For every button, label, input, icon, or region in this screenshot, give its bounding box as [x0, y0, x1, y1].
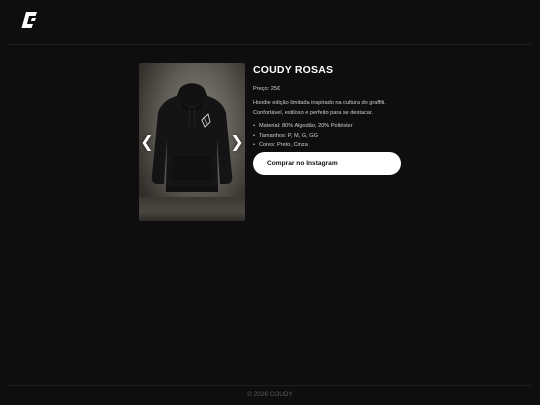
product-price: Preço: 25€ [253, 86, 281, 92]
buy-on-instagram-button[interactable]: Comprar no Instagram [253, 152, 401, 175]
spec-sizes: Tamanhos: P, M, G, GG [253, 132, 413, 142]
product-title: COUDY ROSAS [253, 64, 334, 76]
gallery-next-arrow-icon[interactable]: ❯ [230, 132, 244, 154]
header-divider [8, 44, 532, 45]
product-description: Hoodie edição limitada inspirado na cult… [253, 100, 386, 116]
header [0, 0, 540, 45]
footer-copyright: © 2026 COUDY [247, 391, 293, 398]
gallery-prev-arrow-icon[interactable]: ❮ [140, 132, 154, 154]
product-details: COUDY ROSAS Preço: 25€ Hoodie edição lim… [253, 64, 413, 151]
spec-material: Material: 80% Algodão, 20% Poliéster [253, 122, 413, 132]
page: ❮ ❯ COUDY ROSAS Preço: 25€ Hoodie edição… [0, 0, 540, 405]
spec-colors: Cores: Preto, Cinza [253, 141, 413, 151]
footer-divider [8, 385, 532, 386]
product-specs-list: Material: 80% Algodão, 20% Poliéster Tam… [253, 122, 413, 151]
brand-c-logo-icon[interactable] [20, 10, 40, 30]
